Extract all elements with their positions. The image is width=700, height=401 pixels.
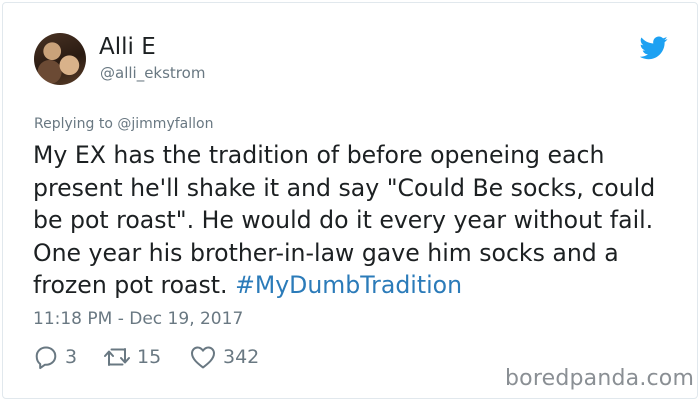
replying-to: Replying to @jimmyfallon	[34, 116, 213, 133]
author-name[interactable]: Alli E	[99, 33, 156, 61]
author-handle[interactable]: @alli_ekstrom	[100, 64, 205, 82]
reply-count: 3	[65, 346, 78, 368]
retweet-icon	[104, 348, 130, 366]
like-count: 342	[223, 346, 260, 368]
retweet-count: 15	[137, 346, 162, 368]
retweet-button[interactable]: 15	[103, 343, 161, 371]
replying-prefix: Replying to	[34, 116, 113, 132]
reply-mention-link[interactable]: @jimmyfallon	[117, 116, 213, 132]
avatar[interactable]	[34, 33, 86, 85]
hashtag-link[interactable]: #MyDumbTradition	[235, 271, 462, 299]
reply-icon	[35, 346, 57, 370]
reply-button[interactable]: 3	[33, 343, 77, 371]
like-button[interactable]: 342	[189, 343, 259, 371]
watermark: boredpanda.com	[505, 366, 695, 391]
tweet-timestamp[interactable]: 11:18 PM - Dec 19, 2017	[33, 308, 243, 330]
heart-icon	[191, 346, 215, 369]
tweet-text: My EX has the tradition of before openei…	[33, 139, 683, 302]
twitter-bird-icon[interactable]	[640, 36, 668, 60]
